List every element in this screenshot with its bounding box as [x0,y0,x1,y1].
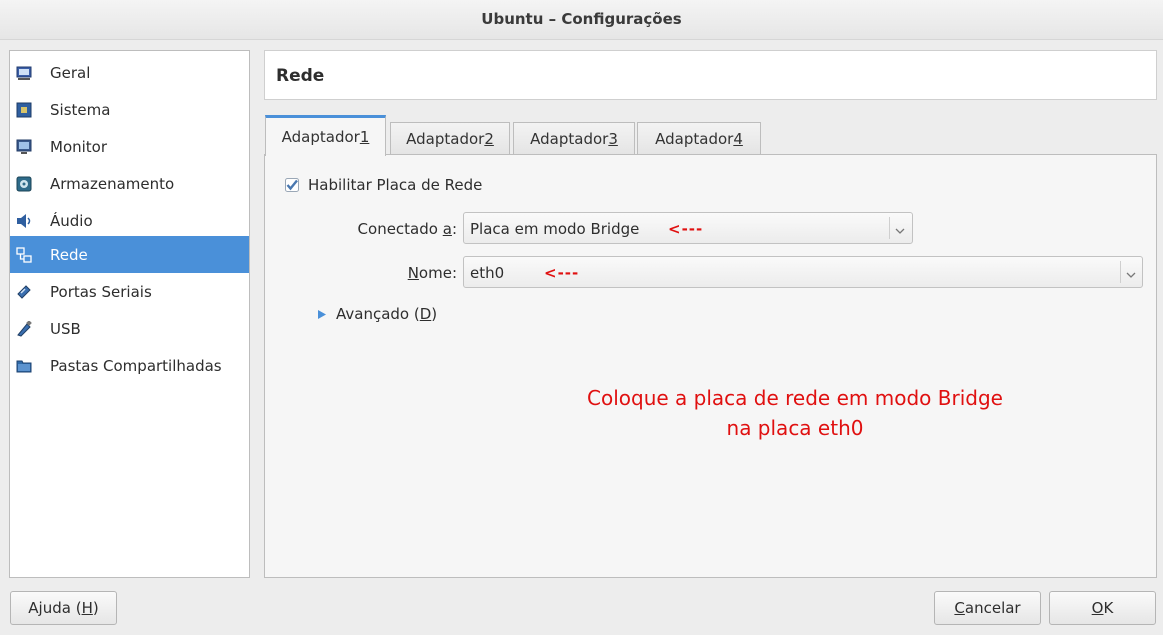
cancel-button[interactable]: Cancelar [934,591,1041,625]
label-text: ome: [418,264,457,282]
disk-icon [16,176,32,192]
sidebar-item-label: Áudio [50,211,93,230]
page-title: Rede [276,66,325,86]
advanced-expander[interactable]: Avançado (D) [317,303,437,325]
chevron-down-icon [895,222,905,234]
sidebar-item-rede[interactable]: Rede [10,236,249,273]
sidebar-item-armazenamento[interactable]: Armazenamento [10,165,249,202]
label-mnemonic: a [442,220,452,238]
tab-adaptador-2[interactable]: Adaptador 2 [390,122,510,155]
speaker-icon [16,213,32,229]
label-text: Conectado [357,220,443,238]
sidebar-item-label: Geral [50,63,91,82]
tab-mnemonic: 1 [359,128,370,146]
attached-to-marker: <--- [668,220,704,238]
sidebar-item-monitor[interactable]: Monitor [10,128,249,165]
sidebar-item-pastas-compartilhadas[interactable]: Pastas Compartilhadas [10,347,249,384]
sidebar-item-label: Armazenamento [50,174,175,193]
checkmark-icon [285,178,299,192]
tab-label: Adaptador [406,130,485,148]
attached-to-combo[interactable]: Placa em modo Bridge <--- [463,212,913,244]
name-label: Nome: [300,264,457,282]
advanced-mnemonic: D [419,305,432,323]
usb-icon [16,320,32,337]
name-combo[interactable]: eth0 <--- [463,256,1143,288]
ok-button[interactable]: OK [1049,591,1156,625]
page-header: Rede [264,50,1157,100]
serial-port-icon [16,284,32,300]
tab-mnemonic: 4 [733,130,743,148]
instruction-annotation: Coloque a placa de rede em modo Bridge n… [490,383,1100,443]
enable-adapter-label: Habilitar Placa de Rede [308,176,483,194]
display-icon [16,139,32,155]
sidebar-item-usb[interactable]: USB [10,310,249,347]
settings-sidebar: Geral Sistema Monitor Armazenamento Áudi… [9,50,250,578]
sidebar-item-portas-seriais[interactable]: Portas Seriais [10,273,249,310]
name-marker: <--- [544,264,580,282]
tab-label: Adaptador [281,128,360,146]
tab-label: Adaptador [655,130,734,148]
combo-separator [1120,261,1121,283]
button-mnemonic: C [954,599,965,617]
annotation-line: Coloque a placa de rede em modo Bridge [587,386,1003,410]
button-mnemonic: O [1091,599,1104,617]
sidebar-item-label: Rede [50,245,88,264]
attached-to-label: Conectado a: [300,220,457,238]
sidebar-item-label: Monitor [50,137,108,156]
button-mnemonic: H [81,599,93,617]
tab-adaptador-1[interactable]: Adaptador 1 [265,115,386,156]
advanced-label: ) [431,305,438,323]
network-icon [16,246,32,263]
attached-to-value: Placa em modo Bridge [470,220,640,238]
sidebar-item-label: Sistema [50,100,111,119]
button-label: ) [92,599,99,617]
sidebar-item-geral[interactable]: Geral [10,54,249,91]
enable-adapter-checkbox[interactable]: Habilitar Placa de Rede [285,174,482,196]
triangle-right-icon [317,309,327,320]
combo-separator [889,217,890,239]
tab-mnemonic: 2 [484,130,494,148]
sidebar-item-audio[interactable]: Áudio [10,202,249,239]
sidebar-item-sistema[interactable]: Sistema [10,91,249,128]
help-button[interactable]: Ajuda (H) [10,591,117,625]
advanced-label: Avançado ( [336,305,420,323]
tab-mnemonic: 3 [608,130,618,148]
annotation-line: na placa eth0 [726,416,864,440]
chip-icon [16,102,32,118]
button-label: ancelar [964,599,1021,617]
button-label: Ajuda ( [28,599,82,617]
name-value: eth0 [470,264,505,282]
tab-adaptador-4[interactable]: Adaptador 4 [637,122,761,155]
sidebar-item-label: Pastas Compartilhadas [50,356,222,375]
button-label: K [1103,599,1114,617]
monitor-general-icon [16,65,32,81]
tab-adaptador-3[interactable]: Adaptador 3 [513,122,635,155]
tab-label: Adaptador [530,130,609,148]
label-mnemonic: N [407,264,419,282]
folder-icon [16,358,32,374]
label-text: : [451,220,457,238]
sidebar-item-label: USB [50,319,81,338]
chevron-down-icon [1126,266,1136,278]
window-title: Ubuntu – Configurações [0,0,1163,40]
sidebar-item-label: Portas Seriais [50,282,152,301]
